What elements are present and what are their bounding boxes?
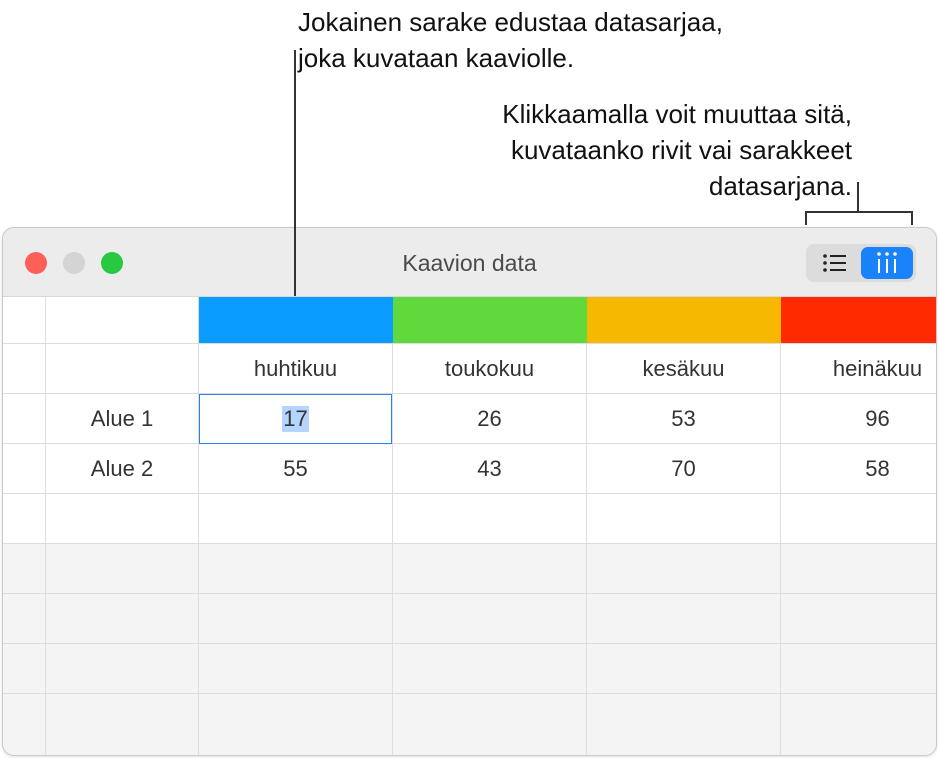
empty-cell[interactable] xyxy=(46,694,199,755)
row-number-cell xyxy=(3,444,46,493)
plot-toggle xyxy=(806,244,916,282)
data-cell[interactable]: 96 xyxy=(781,394,936,443)
toggle-bracket-left xyxy=(805,211,807,225)
data-cell[interactable]: 58 xyxy=(781,444,936,493)
empty-row xyxy=(3,494,936,544)
data-cell[interactable]: 55 xyxy=(199,444,393,493)
empty-row xyxy=(3,694,936,755)
row-number-cell xyxy=(3,494,46,543)
data-cell[interactable]: 43 xyxy=(393,444,587,493)
chart-data-window: Kaavion data huhtikuu toukokuu kesäkuu h… xyxy=(2,227,937,756)
series-color-swatch[interactable] xyxy=(781,297,936,343)
empty-cell[interactable] xyxy=(781,544,936,593)
empty-cell[interactable] xyxy=(587,694,781,755)
table-row: Alue 2 55 43 70 58 xyxy=(3,444,936,494)
series-callout-line-2: joka kuvataan kaaviolle. xyxy=(298,43,575,73)
row-number-cell xyxy=(3,694,46,755)
series-callout: Jokainen sarake edustaa datasarjaa, joka… xyxy=(298,4,723,76)
empty-cell[interactable] xyxy=(199,644,393,693)
series-callout-line-1: Jokainen sarake edustaa datasarjaa, xyxy=(298,7,723,37)
row-number-cell xyxy=(3,297,46,343)
window-title: Kaavion data xyxy=(402,250,537,276)
corner-cell[interactable] xyxy=(46,344,199,393)
empty-cell[interactable] xyxy=(393,494,587,543)
empty-cell[interactable] xyxy=(199,594,393,643)
data-cell[interactable]: 70 xyxy=(587,444,781,493)
empty-cell[interactable] xyxy=(393,694,587,755)
empty-cell[interactable] xyxy=(199,494,393,543)
column-header[interactable]: toukokuu xyxy=(393,344,587,393)
row-number-cell xyxy=(3,594,46,643)
toggle-bracket xyxy=(805,211,913,213)
toggle-callout: Klikkaamalla voit muuttaa sitä, kuvataan… xyxy=(430,96,852,204)
empty-row xyxy=(3,594,936,644)
empty-cell[interactable] xyxy=(393,644,587,693)
empty-row xyxy=(3,544,936,594)
empty-cell[interactable] xyxy=(781,594,936,643)
row-number-cell xyxy=(3,344,46,393)
toggle-callout-line-2: kuvataanko rivit vai sarakkeet xyxy=(510,135,852,165)
row-number-cell xyxy=(3,544,46,593)
empty-cell[interactable] xyxy=(46,544,199,593)
row-number-cell xyxy=(3,394,46,443)
empty-cell[interactable] xyxy=(587,544,781,593)
row-header[interactable]: Alue 1 xyxy=(46,394,199,443)
empty-cell[interactable] xyxy=(587,494,781,543)
table-row: Alue 1 26 53 96 xyxy=(3,394,936,444)
corner-cell xyxy=(46,297,199,343)
column-header[interactable]: huhtikuu xyxy=(199,344,393,393)
data-cell[interactable]: 53 xyxy=(587,394,781,443)
empty-cell[interactable] xyxy=(587,644,781,693)
empty-cell[interactable] xyxy=(46,644,199,693)
toggle-bracket-right xyxy=(911,211,913,225)
selected-cell[interactable]: 17 xyxy=(199,394,392,444)
empty-cell[interactable] xyxy=(46,494,199,543)
empty-cell[interactable] xyxy=(781,494,936,543)
toggle-callout-line-1: Klikkaamalla voit muuttaa sitä, xyxy=(502,99,852,129)
column-header[interactable]: kesäkuu xyxy=(587,344,781,393)
toggle-callout-line-3: datasarjana. xyxy=(708,171,852,201)
series-color-row xyxy=(3,297,936,344)
columns-icon xyxy=(877,252,897,273)
data-cell[interactable]: 26 xyxy=(393,394,587,443)
header-row: huhtikuu toukokuu kesäkuu heinäkuu xyxy=(3,344,936,394)
list-icon xyxy=(823,254,846,272)
series-color-swatch[interactable] xyxy=(199,297,393,343)
empty-cell[interactable] xyxy=(199,694,393,755)
selected-cell-value[interactable]: 17 xyxy=(282,406,309,432)
row-header[interactable]: Alue 2 xyxy=(46,444,199,493)
empty-cell[interactable] xyxy=(199,544,393,593)
plot-rows-as-series-button[interactable] xyxy=(809,247,861,279)
column-header[interactable]: heinäkuu xyxy=(781,344,936,393)
series-leader-line xyxy=(294,50,296,296)
row-number-cell xyxy=(3,644,46,693)
series-color-swatch[interactable] xyxy=(587,297,781,343)
titlebar: Kaavion data xyxy=(3,228,936,297)
empty-cell[interactable] xyxy=(587,594,781,643)
empty-cell[interactable] xyxy=(781,644,936,693)
empty-row xyxy=(3,644,936,694)
series-color-swatch[interactable] xyxy=(393,297,587,343)
empty-cell[interactable] xyxy=(46,594,199,643)
toggle-leader-line xyxy=(857,182,859,212)
empty-cell[interactable] xyxy=(781,694,936,755)
plot-columns-as-series-button[interactable] xyxy=(861,247,913,279)
empty-cell[interactable] xyxy=(393,594,587,643)
data-grid: huhtikuu toukokuu kesäkuu heinäkuu Alue … xyxy=(3,297,936,755)
empty-cell[interactable] xyxy=(393,544,587,593)
